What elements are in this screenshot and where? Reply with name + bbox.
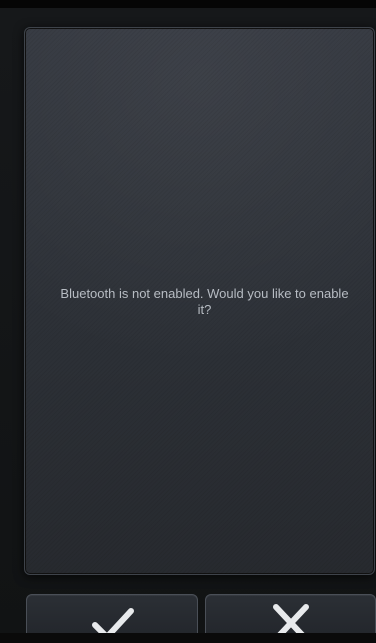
screen: Bluetooth is not enabled. Would you like… [0, 0, 376, 643]
dialog-message: Bluetooth is not enabled. Would you like… [60, 286, 349, 317]
bottom-bezel [0, 633, 376, 643]
top-bezel [0, 0, 376, 8]
dialog-panel: Bluetooth is not enabled. Would you like… [24, 27, 375, 575]
